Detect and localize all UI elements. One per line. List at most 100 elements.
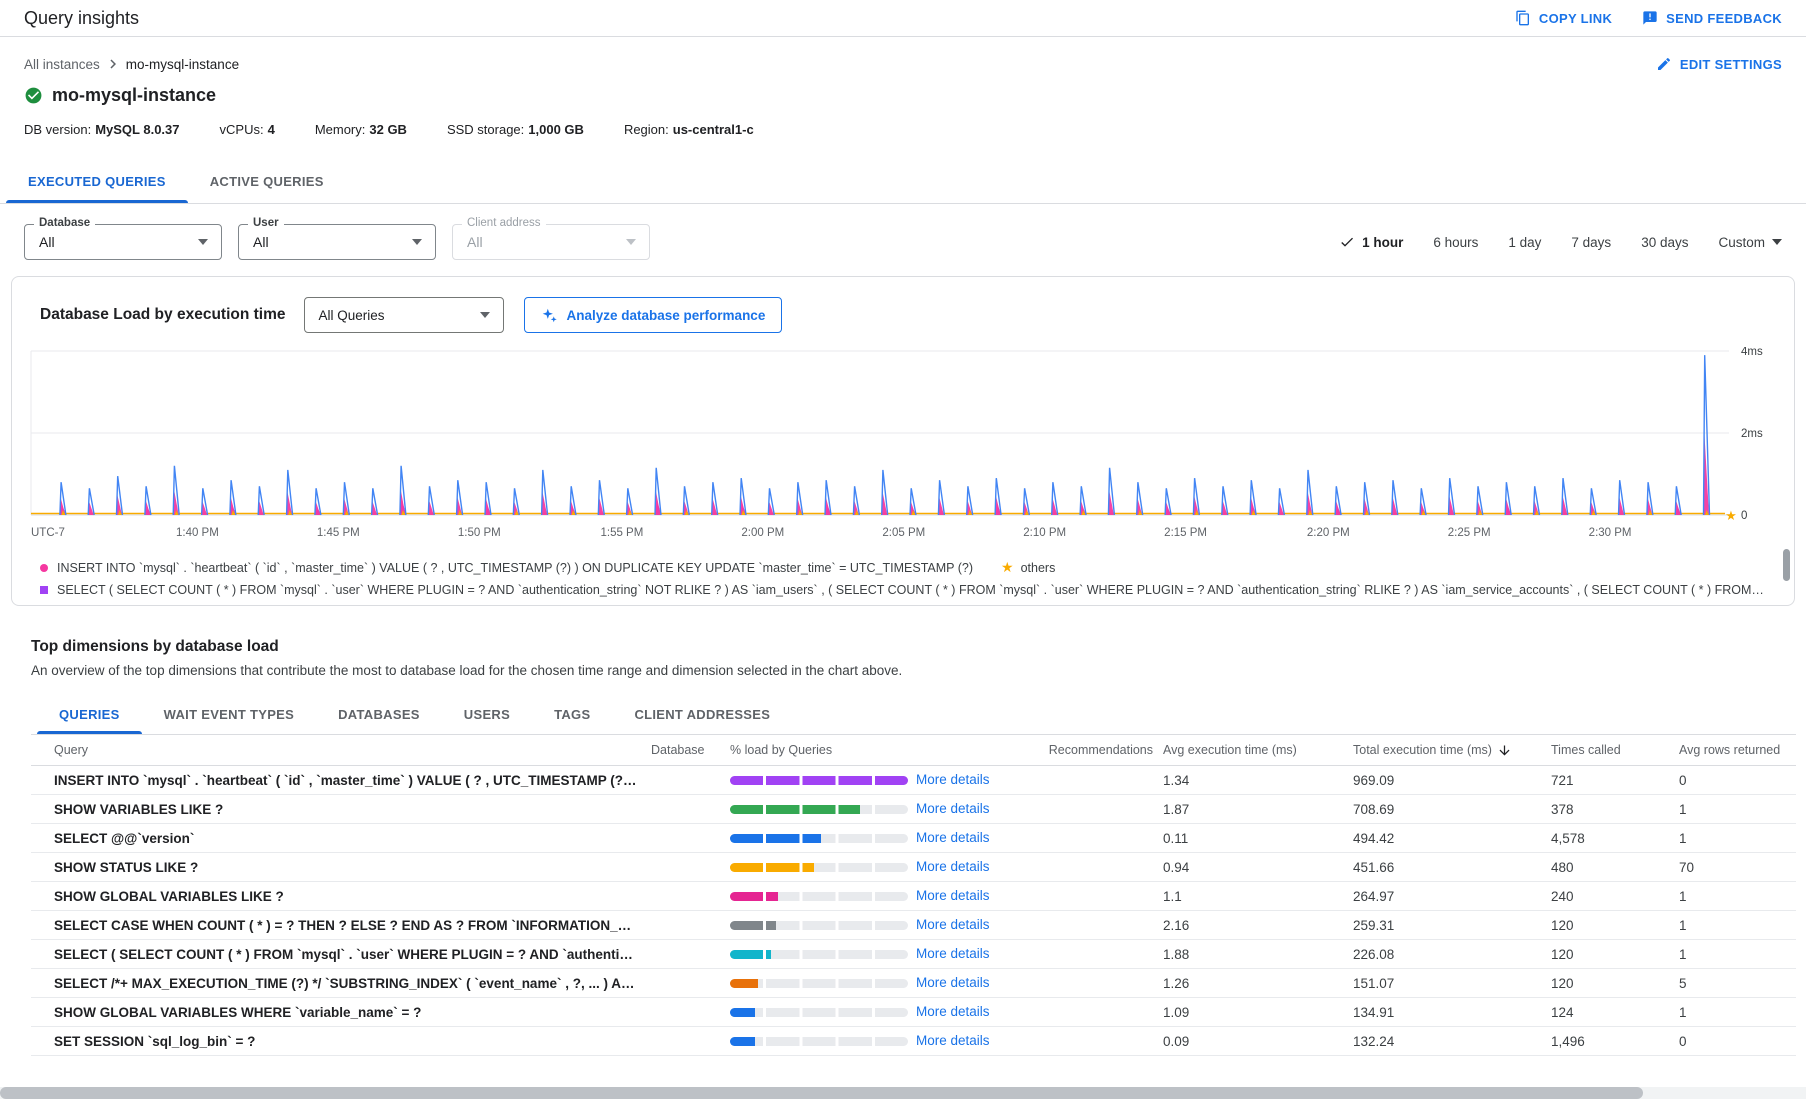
dimension-tab-tags[interactable]: TAGS bbox=[532, 696, 612, 734]
table-row: SELECT CASE WHEN COUNT ( * ) = ? THEN ? … bbox=[31, 911, 1796, 940]
table-row: SHOW STATUS LIKE ?More details0.94451.66… bbox=[31, 853, 1796, 882]
legend-select-query: SELECT ( SELECT COUNT ( * ) FROM `mysql`… bbox=[57, 583, 1766, 597]
times-called-cell: 4,578 bbox=[1551, 831, 1679, 846]
time-range-6-hours[interactable]: 6 hours bbox=[1433, 235, 1478, 250]
load-cell bbox=[730, 1037, 916, 1046]
total-exec-cell: 132.24 bbox=[1353, 1034, 1551, 1049]
time-range-1-day[interactable]: 1 day bbox=[1508, 235, 1541, 250]
times-called-cell: 1,496 bbox=[1551, 1034, 1679, 1049]
dimension-tab-client-addresses[interactable]: CLIENT ADDRESSES bbox=[612, 696, 792, 734]
more-details-link[interactable]: More details bbox=[916, 859, 990, 874]
svg-text:2ms: 2ms bbox=[1741, 428, 1763, 440]
dimension-tab-users[interactable]: USERS bbox=[442, 696, 532, 734]
chevron-down-icon bbox=[412, 239, 422, 245]
topbar-actions: COPY LINK SEND FEEDBACK bbox=[1515, 10, 1782, 26]
query-cell: SELECT /*+ MAX_EXECUTION_TIME (?) */ `SU… bbox=[31, 976, 651, 991]
chart-scrollbar-thumb[interactable] bbox=[1783, 549, 1790, 581]
table-row: SELECT ( SELECT COUNT ( * ) FROM `mysql`… bbox=[31, 940, 1796, 969]
copy-link-button[interactable]: COPY LINK bbox=[1515, 10, 1612, 26]
svg-text:1:40 PM: 1:40 PM bbox=[176, 527, 219, 539]
pencil-icon bbox=[1656, 56, 1672, 72]
total-exec-cell: 451.66 bbox=[1353, 860, 1551, 875]
load-cell bbox=[730, 979, 916, 988]
query-cell: SELECT ( SELECT COUNT ( * ) FROM `mysql`… bbox=[31, 947, 651, 962]
avg-rows-cell: 1 bbox=[1679, 918, 1796, 933]
svg-text:1:55 PM: 1:55 PM bbox=[600, 527, 643, 539]
dimension-tab-wait-event-types[interactable]: WAIT EVENT TYPES bbox=[142, 696, 316, 734]
chevron-down-icon bbox=[626, 239, 636, 245]
time-range-30-days[interactable]: 30 days bbox=[1641, 235, 1688, 250]
svg-text:★: ★ bbox=[1725, 508, 1737, 523]
breadcrumb-all-instances[interactable]: All instances bbox=[24, 57, 100, 72]
header-total-exec[interactable]: Total execution time (ms) bbox=[1353, 743, 1551, 758]
chevron-down-icon bbox=[198, 239, 208, 245]
user-filter-label: User bbox=[248, 217, 284, 229]
more-details-link[interactable]: More details bbox=[916, 946, 990, 961]
svg-text:UTC-7: UTC-7 bbox=[31, 527, 65, 539]
time-range-selector: 1 hour 6 hours 1 day 7 days 30 days Custom bbox=[1339, 234, 1782, 250]
total-exec-cell: 708.69 bbox=[1353, 802, 1551, 817]
database-load-card: Database Load by execution time All Quer… bbox=[11, 276, 1795, 606]
header-recommendations: Recommendations bbox=[1020, 743, 1163, 757]
query-cell: SET SESSION `sql_log_bin` = ? bbox=[31, 1034, 651, 1049]
tab-active-queries[interactable]: ACTIVE QUERIES bbox=[188, 161, 346, 203]
avg-exec-cell: 2.16 bbox=[1163, 918, 1353, 933]
avg-rows-cell: 1 bbox=[1679, 831, 1796, 846]
table-header-row: Query Database % load by Queries Recomme… bbox=[31, 735, 1796, 766]
database-filter-select[interactable]: Database All bbox=[24, 224, 222, 260]
analyze-database-performance-button[interactable]: Analyze database performance bbox=[524, 297, 783, 333]
more-details-link[interactable]: More details bbox=[916, 975, 990, 990]
legend-insert-query: INSERT INTO `mysql` . `heartbeat` ( `id`… bbox=[57, 561, 973, 575]
more-details-link[interactable]: More details bbox=[916, 1004, 990, 1019]
user-filter-select[interactable]: User All bbox=[238, 224, 436, 260]
table-row: SHOW GLOBAL VARIABLES LIKE ?More details… bbox=[31, 882, 1796, 911]
avg-rows-cell: 1 bbox=[1679, 1005, 1796, 1020]
more-details-link[interactable]: More details bbox=[916, 801, 990, 816]
more-details-link[interactable]: More details bbox=[916, 917, 990, 932]
horizontal-scrollbar-track[interactable] bbox=[0, 1087, 1806, 1099]
meta-item: Memory:32 GB bbox=[315, 122, 407, 137]
chart-title: Database Load by execution time bbox=[40, 306, 286, 324]
dimension-tab-queries[interactable]: QUERIES bbox=[37, 696, 142, 734]
time-range-custom[interactable]: Custom bbox=[1718, 235, 1782, 250]
instance-name: mo-mysql-instance bbox=[52, 85, 216, 106]
legend-others-label: others bbox=[1021, 561, 1056, 575]
send-feedback-button[interactable]: SEND FEEDBACK bbox=[1642, 10, 1782, 26]
query-cell: SHOW GLOBAL VARIABLES WHERE `variable_na… bbox=[31, 1005, 651, 1020]
meta-item: SSD storage:1,000 GB bbox=[447, 122, 584, 137]
svg-text:2:30 PM: 2:30 PM bbox=[1589, 527, 1632, 539]
dimension-tab-databases[interactable]: DATABASES bbox=[316, 696, 442, 734]
load-bar bbox=[730, 892, 908, 901]
edit-settings-button[interactable]: EDIT SETTINGS bbox=[1656, 56, 1782, 72]
feedback-icon bbox=[1642, 10, 1658, 26]
horizontal-scrollbar-thumb[interactable] bbox=[0, 1087, 1643, 1099]
legend-purple-square-icon bbox=[40, 586, 48, 594]
table-row: SET SESSION `sql_log_bin` = ? More detail… bbox=[31, 1027, 1796, 1056]
query-cell: SELECT CASE WHEN COUNT ( * ) = ? THEN ? … bbox=[31, 918, 651, 933]
load-chart[interactable]: ★4ms2ms0UTC-71:40 PM1:45 PM1:50 PM1:55 P… bbox=[12, 333, 1794, 552]
load-cell bbox=[730, 805, 916, 814]
tab-executed-queries[interactable]: EXECUTED QUERIES bbox=[6, 161, 188, 203]
more-details-link[interactable]: More details bbox=[916, 888, 990, 903]
query-cell: SELECT @@`version` bbox=[31, 831, 651, 846]
load-cell bbox=[730, 921, 916, 930]
total-exec-cell: 264.97 bbox=[1353, 889, 1551, 904]
query-cell: INSERT INTO `mysql` . `heartbeat` ( `id`… bbox=[31, 773, 651, 788]
sort-descending-icon bbox=[1497, 743, 1512, 758]
more-details-link[interactable]: More details bbox=[916, 772, 990, 787]
filter-row: Database All User All Client address All… bbox=[24, 224, 1782, 260]
avg-exec-cell: 0.09 bbox=[1163, 1034, 1353, 1049]
time-range-7-days[interactable]: 7 days bbox=[1571, 235, 1611, 250]
load-bar bbox=[730, 979, 908, 988]
copy-icon bbox=[1515, 10, 1531, 26]
more-details-link[interactable]: More details bbox=[916, 830, 990, 845]
avg-rows-cell: 70 bbox=[1679, 860, 1796, 875]
meta-item: DB version:MySQL 8.0.37 bbox=[24, 122, 180, 137]
more-details-link[interactable]: More details bbox=[916, 1033, 990, 1048]
avg-rows-cell: 5 bbox=[1679, 976, 1796, 991]
chart-query-filter-select[interactable]: All Queries bbox=[304, 297, 504, 333]
total-exec-cell: 134.91 bbox=[1353, 1005, 1551, 1020]
time-range-1-hour[interactable]: 1 hour bbox=[1339, 234, 1403, 250]
client-address-filter-label: Client address bbox=[462, 217, 546, 229]
chevron-right-icon bbox=[104, 55, 122, 73]
